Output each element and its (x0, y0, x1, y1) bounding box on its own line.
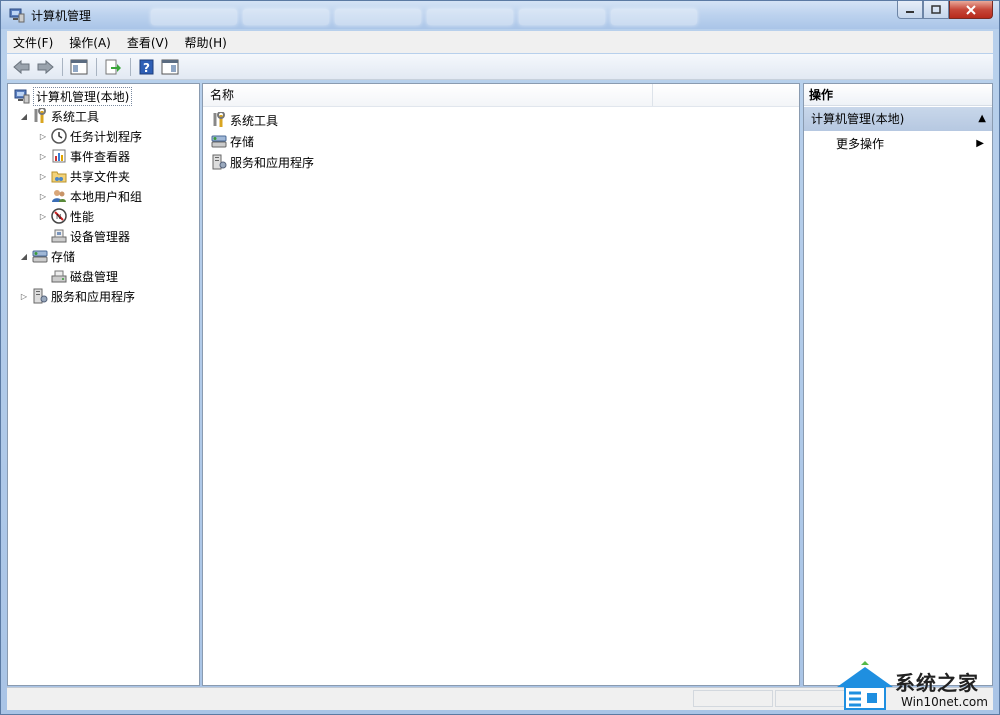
forward-button[interactable] (34, 56, 56, 78)
collapsed-triangle-icon[interactable]: ▷ (37, 132, 49, 141)
users-icon (51, 188, 67, 204)
watermark-url: Win10net.com (901, 695, 988, 709)
event-viewer-icon (51, 148, 67, 164)
tree-item-label: 系统工具 (51, 109, 100, 124)
tree-item-label: 任务计划程序 (70, 129, 143, 144)
forward-arrow-icon (37, 59, 54, 74)
menu-action[interactable]: 操作(A) (69, 34, 111, 51)
actions-section-computer-management[interactable]: 计算机管理(本地) ▲ (804, 107, 992, 131)
collapsed-triangle-icon[interactable]: ▷ (37, 212, 49, 221)
tree-item-label: 本地用户和组 (70, 189, 143, 204)
tree-item-label: 共享文件夹 (70, 169, 131, 184)
menu-view[interactable]: 查看(V) (127, 34, 169, 51)
actions-pane: 操作 计算机管理(本地) ▲ 更多操作 ▶ (803, 83, 993, 686)
svg-text:?: ? (143, 61, 150, 75)
svg-text:N: N (56, 213, 61, 221)
list-item-label: 存储 (230, 134, 255, 149)
tree-item-task-scheduler[interactable]: ▷ 任务计划程序 (37, 126, 142, 146)
services-icon (32, 288, 48, 304)
storage-icon (211, 133, 227, 149)
tree-item-services-applications[interactable]: ▷ 服务和应用程序 (18, 286, 135, 306)
device-manager-icon (51, 228, 67, 244)
menu-file[interactable]: 文件(F) (13, 34, 53, 51)
tree-item-label: 性能 (70, 209, 95, 224)
list-item-services-applications[interactable]: 服务和应用程序 (209, 152, 314, 172)
tree-item-device-manager[interactable]: 设备管理器 (37, 226, 130, 246)
services-icon (211, 154, 227, 170)
show-hide-action-pane-button[interactable] (159, 56, 181, 78)
list-item-system-tools[interactable]: 系统工具 (209, 110, 278, 130)
close-icon (966, 4, 976, 15)
shared-folder-icon (51, 168, 67, 184)
tree-item-label: 服务和应用程序 (51, 289, 136, 304)
computer-management-icon (14, 88, 30, 104)
tree-root[interactable]: 计算机管理(本地) (12, 86, 133, 106)
show-hide-console-tree-button[interactable] (68, 56, 90, 78)
export-list-icon (105, 59, 121, 74)
app-window: 计算机管理 文件(F) 操作(A) 查看(V) 帮助(H) ? 计算机管理(本地… (0, 0, 1000, 715)
toolbar: ? (7, 54, 993, 80)
export-list-button[interactable] (102, 56, 124, 78)
tree-item-local-users-groups[interactable]: ▷ 本地用户和组 (37, 186, 142, 206)
window-title: 计算机管理 (31, 9, 92, 23)
collapsed-triangle-icon[interactable]: ▷ (37, 152, 49, 161)
menu-help[interactable]: 帮助(H) (184, 34, 226, 51)
back-arrow-icon (13, 59, 30, 74)
collapsed-triangle-icon[interactable]: ▷ (37, 192, 49, 201)
tree-item-label: 设备管理器 (70, 229, 131, 244)
computer-management-icon (9, 7, 25, 23)
tree-item-label: 磁盘管理 (70, 269, 119, 284)
collapsed-triangle-icon[interactable]: ▷ (37, 172, 49, 181)
console-tree-pane[interactable]: 计算机管理(本地) ◢ 系统工具 ▷ 任务计划程序 ▷ 事件查看器 ▷ 共享文件… (7, 83, 200, 686)
tree-item-disk-management[interactable]: 磁盘管理 (37, 266, 118, 286)
disk-icon (51, 268, 67, 284)
result-list-pane[interactable]: 名称 系统工具 存储 服务和应用程序 (202, 83, 800, 686)
tree-item-label: 存储 (51, 249, 76, 264)
column-header-name[interactable]: 名称 (203, 84, 653, 106)
tree-item-storage[interactable]: ◢ 存储 (18, 246, 75, 266)
storage-icon (32, 248, 48, 264)
more-actions-label: 更多操作 (836, 137, 885, 151)
maximize-icon (931, 4, 941, 14)
menu-bar: 文件(F) 操作(A) 查看(V) 帮助(H) (7, 31, 993, 53)
more-actions-item[interactable]: 更多操作 ▶ (836, 134, 986, 154)
clock-icon (51, 128, 67, 144)
tools-icon (32, 108, 48, 124)
tools-icon (211, 112, 227, 128)
performance-icon: N (51, 208, 67, 224)
back-button[interactable] (11, 56, 33, 78)
house-logo-icon (837, 661, 893, 710)
action-pane-icon (161, 59, 179, 74)
collapse-triangle-icon[interactable]: ▲ (978, 107, 986, 131)
watermark-logo: 系统之家 Win10net.com (831, 661, 997, 713)
minimize-button[interactable] (897, 1, 923, 19)
tree-item-performance[interactable]: ▷ N 性能 (37, 206, 94, 226)
watermark-title: 系统之家 (895, 671, 979, 695)
collapsed-triangle-icon[interactable]: ▷ (18, 292, 30, 301)
background-taskbar-reflection (151, 9, 741, 27)
console-tree-icon (70, 59, 88, 74)
minimize-icon (906, 10, 914, 13)
tree-item-event-viewer[interactable]: ▷ 事件查看器 (37, 146, 130, 166)
tree-item-shared-folders[interactable]: ▷ 共享文件夹 (37, 166, 130, 186)
list-header: 名称 (203, 84, 799, 107)
actions-header: 操作 (804, 84, 992, 106)
expanded-triangle-icon[interactable]: ◢ (18, 112, 30, 121)
maximize-button[interactable] (923, 1, 949, 19)
list-item-storage[interactable]: 存储 (209, 131, 254, 151)
list-item-label: 系统工具 (230, 113, 279, 128)
submenu-arrow-icon: ▶ (976, 138, 984, 149)
tree-root-label: 计算机管理(本地) (33, 86, 133, 106)
tree-item-label: 事件查看器 (70, 149, 131, 164)
close-button[interactable] (949, 1, 993, 19)
actions-section-label: 计算机管理(本地) (811, 112, 905, 126)
title-bar[interactable]: 计算机管理 (1, 1, 999, 29)
list-item-label: 服务和应用程序 (230, 155, 315, 170)
expanded-triangle-icon[interactable]: ◢ (18, 252, 30, 261)
tree-item-system-tools[interactable]: ◢ 系统工具 (18, 106, 99, 126)
help-button[interactable]: ? (136, 56, 158, 78)
help-icon: ? (139, 59, 154, 75)
